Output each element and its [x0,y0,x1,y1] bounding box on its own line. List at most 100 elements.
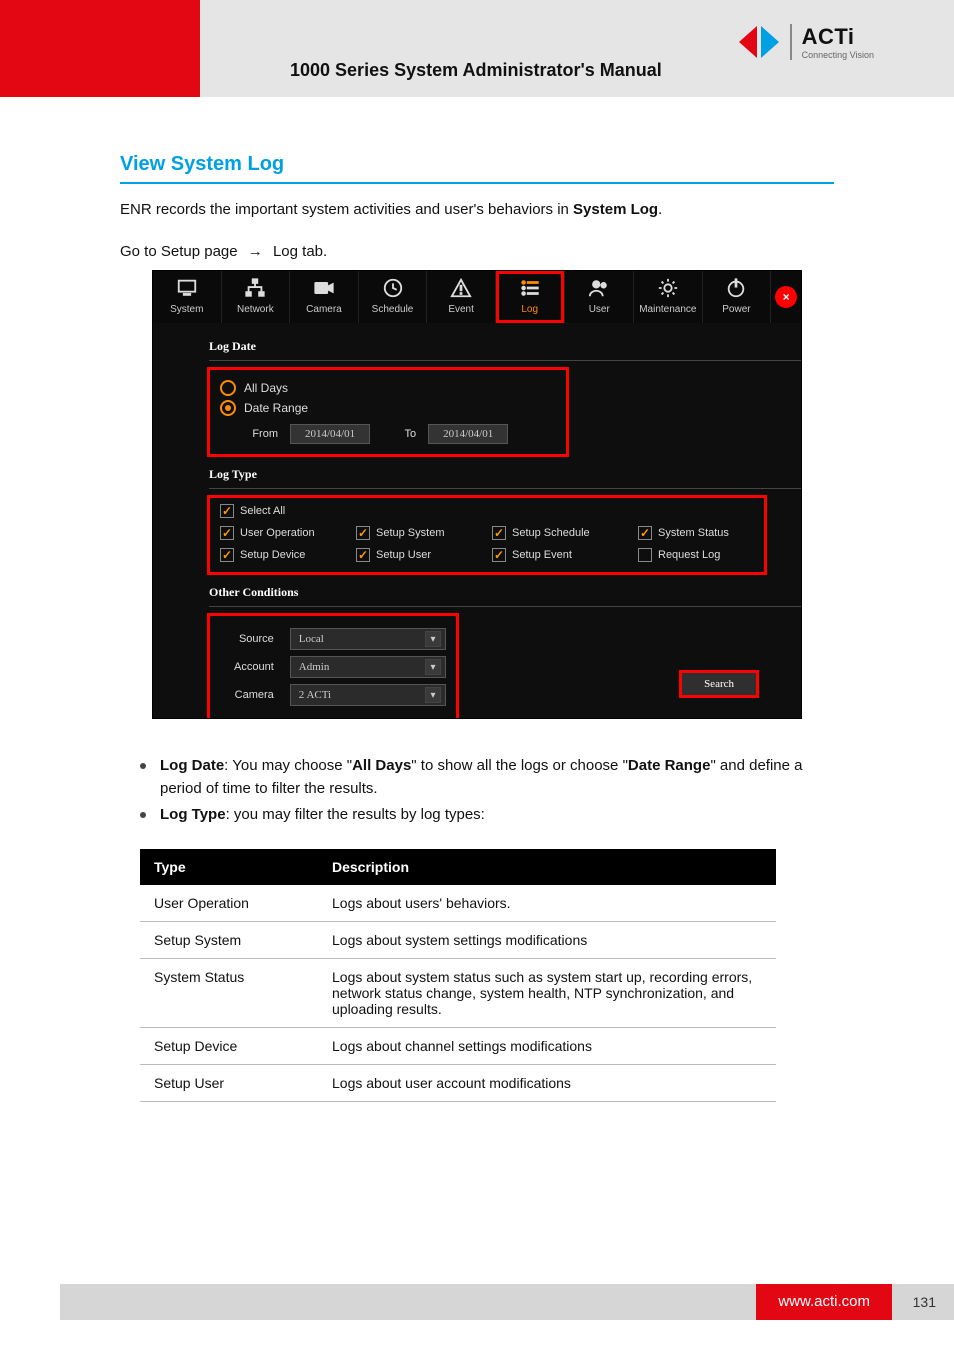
network-icon [243,277,267,299]
search-wrapper: Search [681,676,757,690]
brand-tagline: Connecting Vision [802,50,874,60]
check-label: Setup User [376,548,431,562]
bullet-dot-icon [140,812,146,818]
tab-label: Camera [306,303,342,317]
check-label: Setup Event [512,548,572,562]
alert-icon [449,277,473,299]
screenshot-panel: System Network Camera Schedule Event [152,270,802,719]
source-label: Source [220,632,274,646]
tab-network[interactable]: Network [222,271,291,323]
check-label: Setup System [376,526,444,540]
camera-label: Camera [220,688,274,702]
tab-label: System [170,303,203,317]
check-label: System Status [658,526,729,540]
logdate-box: All Days Date Range From 2014/04/01 To 2… [207,367,569,457]
tab-camera[interactable]: Camera [290,271,359,323]
source-select[interactable]: Local▾ [290,628,446,650]
footer-url[interactable]: www.acti.com [756,1284,892,1320]
check-select-all[interactable]: Select All [220,504,754,518]
tab-schedule[interactable]: Schedule [359,271,428,323]
gear-icon [656,277,680,299]
intro-text: ENR records the important system activit… [120,198,834,221]
td-type: User Operation [140,885,318,922]
clock-icon [381,277,405,299]
page-number: 131 [913,1284,936,1320]
tab-maintenance[interactable]: Maintenance [634,271,703,323]
doc-header: 1000 Series System Administrator's Manua… [0,0,954,97]
account-label: Account [220,660,274,674]
check-system-status[interactable]: System Status [638,526,768,540]
radio-label: All Days [244,381,288,395]
othercond-heading: Other Conditions [209,581,801,607]
chevron-down-icon: ▾ [425,659,441,675]
td-desc: Logs about system settings modifications [318,921,776,958]
to-date-input[interactable]: 2014/04/01 [428,424,508,444]
chevron-down-icon: ▾ [425,631,441,647]
td-type: Setup System [140,921,318,958]
check-user-operation[interactable]: User Operation [220,526,350,540]
td-type: Setup Device [140,1027,318,1064]
logtype-heading: Log Type [209,463,801,489]
radio-on-icon [220,400,236,416]
camera-icon [312,277,336,299]
from-date-input[interactable]: 2014/04/01 [290,424,370,444]
bullet-1-text: Log Date: You may choose "All Days" to s… [160,755,814,800]
search-button[interactable]: Search [681,672,757,696]
tab-label: Maintenance [639,303,696,317]
td-type: System Status [140,958,318,1027]
camera-select[interactable]: 2 ACTi▾ [290,684,446,706]
logtype-box: Select All User Operation Setup System Set… [207,495,767,575]
tab-user[interactable]: User [565,271,634,323]
checkbox-on-icon [220,548,234,562]
bullet-2-text: Log Type: you may filter the results by … [160,804,485,827]
bullet-list: Log Date: You may choose "All Days" to s… [140,755,814,827]
close-button[interactable]: × [771,271,801,323]
users-icon [587,277,611,299]
check-label: Setup Schedule [512,526,590,540]
tab-event[interactable]: Event [427,271,496,323]
td-desc: Logs about system status such as system … [318,958,776,1027]
checkbox-on-icon [492,526,506,540]
check-request-log[interactable]: Request Log [638,548,768,562]
th-desc: Description [318,849,776,885]
td-type: Setup User [140,1064,318,1101]
tab-label: Network [237,303,274,317]
td-desc: Logs about users' behaviors. [318,885,776,922]
checkbox-on-icon [492,548,506,562]
radio-label: Date Range [244,401,308,415]
td-desc: Logs about user account modifications [318,1064,776,1101]
to-label: To [382,427,416,441]
check-label: Request Log [658,548,720,562]
toolbar: System Network Camera Schedule Event [153,271,801,323]
check-setup-event[interactable]: Setup Event [492,548,632,562]
brand-logo: ACTi Connecting Vision [738,22,874,62]
tab-label: Schedule [372,303,414,317]
radio-all-days[interactable]: All Days [220,380,556,396]
account-select[interactable]: Admin▾ [290,656,446,678]
logdate-heading: Log Date [209,335,801,361]
tab-power[interactable]: Power [703,271,772,323]
check-label: Setup Device [240,548,305,562]
arrow-icon: → [248,243,263,260]
tab-system[interactable]: System [153,271,222,323]
check-label: Select All [240,504,285,518]
tab-label: Event [448,303,474,317]
checkbox-on-icon [220,504,234,518]
tab-label: User [589,303,610,317]
th-type: Type [140,849,318,885]
check-setup-schedule[interactable]: Setup Schedule [492,526,632,540]
check-setup-user[interactable]: Setup User [356,548,486,562]
section-heading: View System Log [120,153,834,184]
td-desc: Logs about channel settings modification… [318,1027,776,1064]
list-icon [518,277,542,299]
radio-date-range[interactable]: Date Range [220,400,556,416]
tab-label: Log [521,303,538,317]
check-setup-system[interactable]: Setup System [356,526,486,540]
doc-footer: www.acti.com 131 [60,1284,954,1320]
close-icon: × [775,286,797,308]
brand-name: ACTi [802,24,874,50]
tab-label: Power [722,303,750,317]
check-setup-device[interactable]: Setup Device [220,548,350,562]
tab-log[interactable]: Log [496,271,565,323]
chevron-down-icon: ▾ [425,687,441,703]
